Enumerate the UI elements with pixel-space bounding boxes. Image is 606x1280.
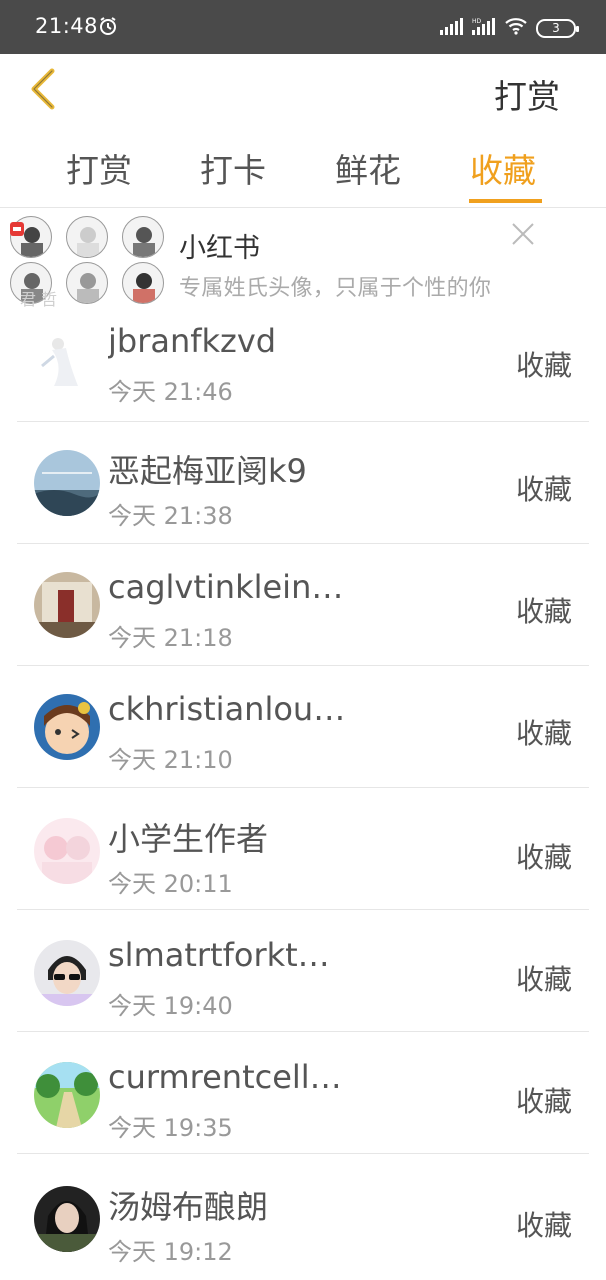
ad-description: 专属姓氏头像，只属于个性的你 [179, 276, 492, 301]
action-label: 收藏 [515, 841, 572, 874]
ad-avatar [66, 216, 108, 258]
action-label: 收藏 [515, 1085, 572, 1118]
status-bar: 21:48 HD 3 [0, 0, 606, 54]
avatar [34, 326, 100, 392]
avatar [34, 1186, 100, 1252]
timestamp: 今天 19:12 [108, 1238, 233, 1266]
hd-signal-icon: HD [472, 17, 496, 39]
page-title[interactable]: 打赏 [494, 70, 560, 118]
list-item[interactable]: 汤姆布酿朗 今天 19:12 收藏 [0, 1154, 606, 1276]
ad-avatar [66, 262, 108, 304]
timestamp: 今天 19:40 [108, 992, 233, 1020]
timestamp: 今天 21:10 [108, 746, 233, 774]
back-button[interactable] [18, 66, 68, 116]
close-icon[interactable] [509, 220, 537, 248]
user-name: caglvtinkleinj… [108, 568, 348, 606]
tab-favorites[interactable]: 收藏 [470, 144, 536, 192]
avatar [34, 450, 100, 516]
user-name: 小学生作者 [108, 820, 269, 858]
list-item[interactable]: 小学生作者 今天 20:11 收藏 [0, 788, 606, 910]
user-name: 恶起梅亚阌k9 [108, 452, 307, 490]
status-time: 21:48 [35, 14, 99, 38]
action-label: 收藏 [515, 717, 572, 750]
ad-app-badge [10, 222, 24, 236]
list-item[interactable]: jbranfkzvd 今天 21:46 收藏 [0, 300, 606, 422]
tab-active-indicator [469, 199, 542, 203]
timestamp: 今天 19:35 [108, 1114, 233, 1142]
avatar [34, 818, 100, 884]
battery-icon: 3 [536, 18, 579, 38]
action-label: 收藏 [515, 1209, 572, 1242]
battery-level: 3 [552, 21, 560, 35]
timestamp: 今天 20:11 [108, 870, 233, 898]
list-item[interactable]: ckhristianlou… 今天 21:10 收藏 [0, 666, 606, 788]
tab-flowers[interactable]: 鲜花 [335, 144, 401, 192]
user-name: 汤姆布酿朗 [108, 1188, 269, 1226]
header: 打赏 [0, 54, 606, 132]
timestamp: 今天 21:46 [108, 378, 233, 406]
tab-reward[interactable]: 打赏 [66, 144, 132, 192]
list-item[interactable]: curmrentcelli… 今天 19:35 收藏 [0, 1032, 606, 1154]
chevron-left-icon [28, 67, 58, 115]
avatar [34, 694, 100, 760]
avatar [34, 940, 100, 1006]
ad-banner[interactable]: 君 哲 小红书 专属姓氏头像，只属于个性的你 [0, 208, 606, 309]
svg-text:HD: HD [472, 18, 482, 25]
avatar [34, 572, 100, 638]
avatar [34, 1062, 100, 1128]
user-name: curmrentcelli… [108, 1058, 348, 1096]
list-item[interactable]: 恶起梅亚阌k9 今天 21:38 收藏 [0, 422, 606, 544]
timestamp: 今天 21:18 [108, 624, 233, 652]
ad-title: 小红书 [179, 233, 260, 264]
user-name: ckhristianlou… [108, 690, 346, 728]
wifi-icon [504, 17, 528, 39]
ad-avatar [122, 216, 164, 258]
action-label: 收藏 [515, 473, 572, 506]
tab-bar: 打赏 打卡 鲜花 收藏 [0, 132, 606, 208]
timestamp: 今天 21:38 [108, 502, 233, 530]
tab-checkin[interactable]: 打卡 [200, 144, 266, 192]
ad-avatar [122, 262, 164, 304]
list-item[interactable]: caglvtinkleinj… 今天 21:18 收藏 [0, 544, 606, 666]
user-name: slmatrtforkt… [108, 936, 330, 974]
list-item[interactable]: slmatrtforkt… 今天 19:40 收藏 [0, 910, 606, 1032]
action-label: 收藏 [515, 595, 572, 628]
action-label: 收藏 [515, 963, 572, 996]
signal-icon [440, 17, 464, 39]
action-label: 收藏 [515, 349, 572, 382]
user-name: jbranfkzvd [108, 322, 277, 360]
alarm-icon [98, 16, 118, 40]
